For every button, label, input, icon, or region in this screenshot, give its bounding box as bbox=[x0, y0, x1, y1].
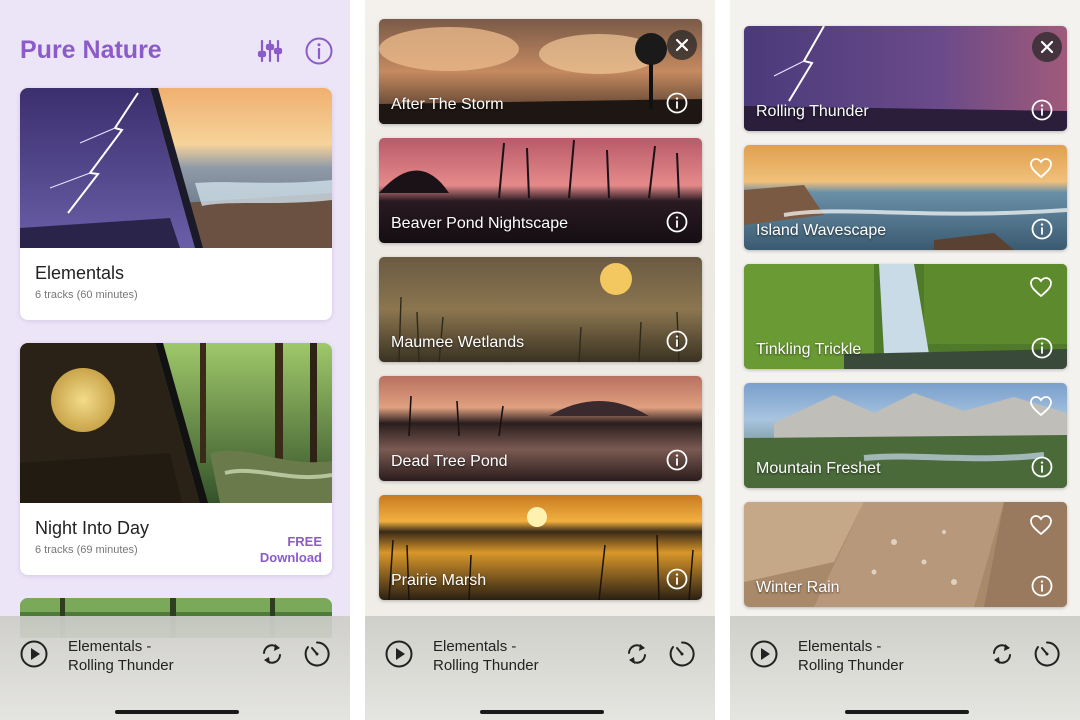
repeat-button[interactable] bbox=[259, 641, 285, 667]
info-icon[interactable] bbox=[666, 211, 688, 233]
heart-icon[interactable] bbox=[1029, 395, 1053, 417]
now-playing-collection: Elementals - bbox=[68, 638, 152, 655]
play-icon bbox=[385, 640, 413, 668]
collection-card-elementals[interactable]: Elementals 6 tracks (60 minutes) bbox=[20, 88, 332, 320]
sleep-timer-button[interactable] bbox=[303, 640, 331, 668]
home-indicator bbox=[845, 710, 969, 714]
sliders-icon[interactable] bbox=[255, 36, 285, 66]
info-icon[interactable] bbox=[1031, 456, 1053, 478]
download-label: Download bbox=[259, 550, 322, 565]
repeat-icon bbox=[993, 644, 1011, 664]
repeat-icon bbox=[263, 644, 281, 664]
info-icon[interactable] bbox=[304, 36, 334, 66]
track-prairie-marsh[interactable]: Prairie Marsh bbox=[379, 495, 702, 600]
free-label: FREE bbox=[287, 534, 322, 549]
home-indicator bbox=[115, 710, 239, 714]
close-button[interactable] bbox=[667, 30, 697, 60]
play-button[interactable] bbox=[750, 640, 778, 668]
track-beaver-pond-nightscape[interactable]: Beaver Pond Nightscape bbox=[379, 138, 702, 243]
play-button[interactable] bbox=[20, 640, 48, 668]
now-playing-collection: Elementals - bbox=[433, 638, 517, 655]
player-bar: Elementals - Rolling Thunder bbox=[730, 616, 1080, 720]
now-playing-track: Rolling Thunder bbox=[68, 657, 174, 674]
home-indicator bbox=[480, 710, 604, 714]
collection-subtitle: 6 tracks (60 minutes) bbox=[35, 289, 138, 301]
timer-icon bbox=[669, 641, 695, 667]
track-title: Island Wavescape bbox=[756, 222, 887, 239]
heart-icon[interactable] bbox=[1029, 157, 1053, 179]
info-icon[interactable] bbox=[666, 330, 688, 352]
collection-title: Elementals bbox=[35, 263, 125, 283]
info-icon[interactable] bbox=[1031, 575, 1053, 597]
now-playing-collection: Elementals - bbox=[798, 638, 882, 655]
repeat-button[interactable] bbox=[989, 641, 1015, 667]
repeat-button[interactable] bbox=[624, 641, 650, 667]
collection-subtitle: 6 tracks (69 minutes) bbox=[35, 544, 138, 556]
track-title: Maumee Wetlands bbox=[391, 334, 525, 351]
info-icon[interactable] bbox=[1031, 337, 1053, 359]
heart-icon[interactable] bbox=[1029, 276, 1053, 298]
close-button[interactable] bbox=[1032, 32, 1062, 62]
free-download-link[interactable]: FREE Download bbox=[260, 534, 322, 566]
timer-icon bbox=[1034, 641, 1060, 667]
play-button[interactable] bbox=[385, 640, 413, 668]
track-list-screen-3: Rolling Thunder Island Wavescape Tinklin… bbox=[730, 0, 1080, 720]
play-icon bbox=[20, 640, 48, 668]
info-icon[interactable] bbox=[1031, 218, 1053, 240]
app-title: Pure Nature bbox=[20, 36, 162, 64]
track-title: Beaver Pond Nightscape bbox=[391, 215, 568, 232]
info-icon[interactable] bbox=[1031, 99, 1053, 121]
heart-icon[interactable] bbox=[1029, 514, 1053, 536]
close-icon bbox=[675, 38, 689, 52]
now-playing-track: Rolling Thunder bbox=[433, 657, 539, 674]
track-title: After The Storm bbox=[391, 96, 504, 113]
play-icon bbox=[750, 640, 778, 668]
track-title: Mountain Freshet bbox=[756, 460, 881, 477]
sleep-timer-button[interactable] bbox=[668, 640, 696, 668]
collections-screen: Pure Nature Elementals 6 tracks (60 minu… bbox=[0, 0, 350, 720]
app-header: Pure Nature bbox=[20, 34, 335, 70]
track-mountain-freshet[interactable]: Mountain Freshet bbox=[744, 383, 1067, 488]
track-title: Prairie Marsh bbox=[391, 572, 487, 589]
track-rolling-thunder[interactable]: Rolling Thunder bbox=[744, 26, 1067, 131]
collection-image bbox=[20, 343, 332, 503]
track-maumee-wetlands[interactable]: Maumee Wetlands bbox=[379, 257, 702, 362]
track-title: Tinkling Trickle bbox=[756, 341, 862, 358]
track-tinkling-trickle[interactable]: Tinkling Trickle bbox=[744, 264, 1067, 369]
collection-card-night-into-day[interactable]: Night Into Day 6 tracks (69 minutes) FRE… bbox=[20, 343, 332, 575]
player-bar: Elementals - Rolling Thunder bbox=[365, 616, 715, 720]
track-title: Winter Rain bbox=[756, 579, 840, 596]
info-icon[interactable] bbox=[666, 449, 688, 471]
close-icon bbox=[1040, 40, 1054, 54]
track-title: Rolling Thunder bbox=[756, 103, 869, 120]
player-bar: Elementals - Rolling Thunder bbox=[0, 616, 350, 720]
track-after-the-storm[interactable]: After The Storm bbox=[379, 19, 702, 124]
track-island-wavescape[interactable]: Island Wavescape bbox=[744, 145, 1067, 250]
sleep-timer-button[interactable] bbox=[1033, 640, 1061, 668]
track-title: Dead Tree Pond bbox=[391, 453, 508, 470]
track-winter-rain[interactable]: Winter Rain bbox=[744, 502, 1067, 607]
info-icon[interactable] bbox=[666, 568, 688, 590]
repeat-icon bbox=[628, 644, 646, 664]
collection-image bbox=[20, 88, 332, 248]
track-dead-tree-pond[interactable]: Dead Tree Pond bbox=[379, 376, 702, 481]
info-icon[interactable] bbox=[666, 92, 688, 114]
track-list-screen-2: After The Storm Beaver Pond Nightscape M… bbox=[365, 0, 715, 720]
timer-icon bbox=[304, 641, 330, 667]
now-playing-track: Rolling Thunder bbox=[798, 657, 904, 674]
collection-title: Night Into Day bbox=[35, 518, 150, 538]
